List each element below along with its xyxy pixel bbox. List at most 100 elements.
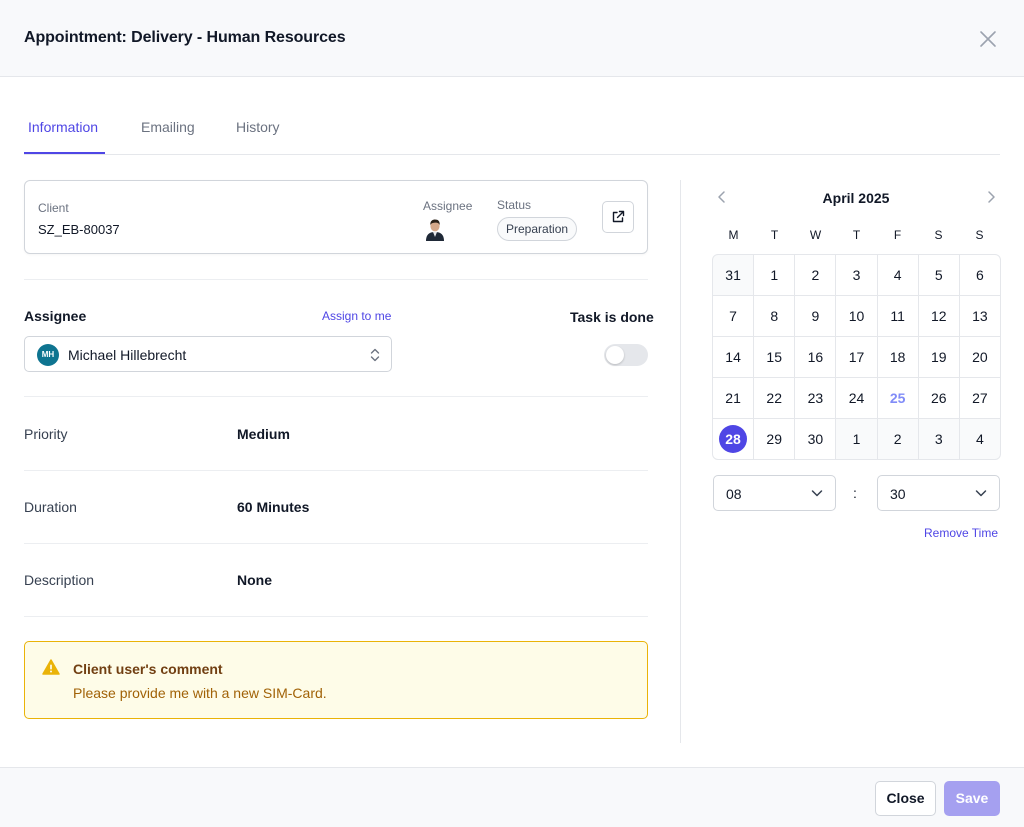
status-badge: Preparation [497, 217, 578, 241]
calendar-day[interactable]: 19 [918, 337, 959, 377]
chevron-down-icon [810, 486, 824, 505]
calendar-day[interactable]: 21 [713, 378, 754, 418]
calendar-day[interactable]: 7 [713, 296, 754, 336]
hour-value: 08 [726, 486, 742, 502]
remove-time-link[interactable]: Remove Time [924, 526, 998, 540]
toggle-knob [606, 346, 624, 364]
description-label: Description [24, 572, 95, 588]
comment-title: Client user's comment [73, 661, 223, 677]
duration-label: Duration [24, 499, 77, 515]
selected-day-marker: 28 [719, 425, 748, 453]
calendar-day[interactable]: 4 [959, 419, 1000, 459]
calendar-month-title: April 2025 [822, 190, 890, 206]
calendar-day[interactable]: 29 [754, 419, 795, 459]
calendar-day[interactable]: 4 [877, 255, 918, 295]
calendar-day[interactable]: 20 [959, 337, 1000, 377]
tab-emailing[interactable]: Emailing [141, 119, 195, 135]
calendar-day[interactable]: 15 [754, 337, 795, 377]
minute-value: 30 [890, 486, 906, 502]
vertical-divider [680, 180, 681, 743]
calendar-day[interactable]: 30 [795, 419, 836, 459]
calendar-day[interactable]: 1 [836, 419, 877, 459]
tab-bar: Information Emailing History [24, 100, 1000, 155]
calendar-day[interactable]: 12 [918, 296, 959, 336]
client-label: Client [38, 201, 69, 215]
calendar-day[interactable]: 17 [836, 337, 877, 377]
calendar-grid: 31 1 2 3 4 5 6 7 8 9 10 11 12 13 14 15 16 17 18 19 20 21 22 23 2… [712, 254, 1001, 460]
assignee-label: Assignee [24, 308, 87, 324]
priority-label: Priority [24, 426, 68, 442]
calendar-day[interactable]: 27 [959, 378, 1000, 418]
save-button[interactable]: Save [944, 781, 1000, 816]
calendar-day[interactable]: 6 [959, 255, 1000, 295]
calendar-day[interactable]: 11 [877, 296, 918, 336]
calendar-day[interactable]: 9 [795, 296, 836, 336]
close-icon[interactable] [976, 27, 1000, 51]
client-id: SZ_EB-80037 [38, 222, 120, 237]
calendar-day[interactable]: 10 [836, 296, 877, 336]
card-assignee-label: Assignee [423, 199, 473, 213]
calendar-day[interactable]: 22 [754, 378, 795, 418]
weekday-label: M [728, 228, 739, 242]
dialog-title: Appointment: Delivery - Human Resources [24, 29, 346, 46]
hour-select[interactable]: 08 [713, 475, 836, 511]
assignee-avatar [424, 217, 446, 241]
divider [24, 470, 648, 471]
time-separator: : [853, 485, 857, 501]
calendar-day[interactable]: 3 [918, 419, 959, 459]
dialog-header: Appointment: Delivery - Human Resources [0, 0, 1024, 77]
calendar-day[interactable]: 18 [877, 337, 918, 377]
weekday-label: T [852, 228, 861, 242]
calendar-day[interactable]: 13 [959, 296, 1000, 336]
divider [24, 396, 648, 397]
client-card: Client SZ_EB-80037 Assignee Status Prepa… [24, 180, 648, 254]
weekday-label: S [975, 228, 984, 242]
dialog-footer: Close Save [0, 767, 1024, 827]
minute-select[interactable]: 30 [877, 475, 1000, 511]
calendar-day[interactable]: 14 [713, 337, 754, 377]
chevron-down-icon [974, 486, 988, 505]
tab-information[interactable]: Information [28, 119, 98, 135]
comment-text: Please provide me with a new SIM-Card. [73, 685, 327, 701]
assignee-name: Michael Hillebrecht [68, 347, 187, 363]
calendar-day[interactable]: 2 [877, 419, 918, 459]
calendar-day[interactable]: 25 [877, 378, 918, 418]
task-done-toggle[interactable] [604, 344, 648, 366]
divider [24, 543, 648, 544]
duration-value: 60 Minutes [237, 499, 310, 515]
close-button[interactable]: Close [875, 781, 936, 816]
weekday-label: T [770, 228, 779, 242]
chevron-updown-icon [368, 346, 382, 369]
divider [24, 616, 648, 617]
divider [24, 279, 648, 280]
assign-to-me-link[interactable]: Assign to me [322, 309, 391, 323]
calendar-day[interactable]: 31 [713, 255, 754, 295]
next-month-button[interactable] [982, 188, 1000, 206]
weekday-label: S [934, 228, 943, 242]
calendar-day[interactable]: 23 [795, 378, 836, 418]
weekday-label: W [809, 228, 822, 242]
task-done-label: Task is done [570, 309, 654, 325]
warning-icon [42, 659, 60, 680]
external-link-icon [612, 210, 625, 223]
active-tab-indicator [24, 152, 105, 154]
card-status-label: Status [497, 198, 532, 212]
calendar-day[interactable]: 1 [754, 255, 795, 295]
weekday-label: F [893, 228, 902, 242]
tab-history[interactable]: History [236, 119, 280, 135]
calendar-day[interactable]: 5 [918, 255, 959, 295]
calendar-day[interactable]: 2 [795, 255, 836, 295]
description-value: None [237, 572, 272, 588]
calendar-day[interactable]: 3 [836, 255, 877, 295]
calendar-day[interactable]: 16 [795, 337, 836, 377]
avatar: MH [37, 344, 59, 366]
calendar-day-selected[interactable]: 28 [713, 419, 754, 459]
calendar-day[interactable]: 26 [918, 378, 959, 418]
calendar-day[interactable]: 24 [836, 378, 877, 418]
priority-value: Medium [237, 426, 290, 442]
assignee-select[interactable]: MH Michael Hillebrecht [24, 336, 392, 372]
calendar-day[interactable]: 8 [754, 296, 795, 336]
chevron-right-icon [988, 191, 995, 203]
client-comment-alert: Client user's comment Please provide me … [24, 641, 648, 719]
open-external-button[interactable] [602, 201, 634, 233]
